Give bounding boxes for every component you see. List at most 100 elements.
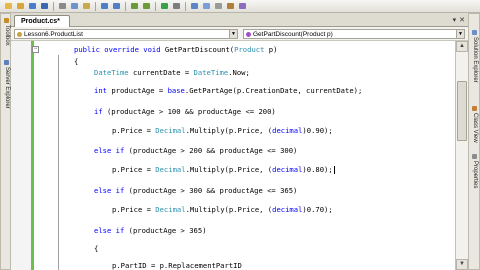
keyword-token: void (143, 45, 165, 54)
code-token: .GetPartAge(p.CreationDate, currentDate)… (184, 86, 363, 95)
class-view-icon (472, 106, 478, 111)
open-icon[interactable] (15, 1, 26, 11)
redo-icon[interactable] (111, 1, 122, 11)
close-icon[interactable]: ✕ (459, 16, 465, 24)
code-token: GetPartDiscount( (164, 45, 235, 54)
type-token: Decimal (155, 126, 186, 135)
solution-explorer-icon[interactable] (201, 1, 212, 11)
undo-icon[interactable] (99, 1, 110, 11)
keyword-token: override (104, 45, 144, 54)
active-files-dropdown-icon[interactable]: ▾ (453, 16, 457, 24)
chevron-down-icon: ▼ (456, 30, 464, 38)
code-token: p.Price = (112, 165, 156, 174)
code-editor[interactable]: public override void GetPartDiscount(Pro… (11, 41, 455, 270)
paste-icon[interactable] (81, 1, 92, 11)
code-token: currentDate = (128, 68, 194, 77)
toolbar-separator (155, 1, 156, 11)
copy-icon[interactable] (69, 1, 80, 11)
code-line: DateTime currentDate = DateTime.Now; (34, 68, 455, 78)
members-dropdown-value: GetPartDiscount(Product p) (253, 30, 333, 38)
navigate-forward-icon[interactable] (141, 1, 152, 11)
document-tab-strip: Product.cs* ▾ ✕ (11, 13, 468, 28)
server-explorer-icon (4, 60, 10, 65)
navigation-bar: Lesson6.ProductList ▼ GetPartDiscount(Pr… (11, 27, 468, 41)
new-project-icon[interactable] (3, 1, 14, 11)
scroll-up-icon[interactable]: ▲ (456, 41, 468, 52)
find-icon[interactable] (189, 1, 200, 11)
class-view-dock-tab[interactable]: Class View (472, 106, 478, 143)
code-line: if (productAge > 100 && productAge <= 20… (34, 107, 455, 117)
code-token: p.Price = (112, 205, 156, 214)
class-icon (17, 31, 22, 37)
types-dropdown-value: Lesson6.ProductList (24, 30, 83, 38)
object-browser-icon[interactable] (237, 1, 248, 11)
properties-label: Properties (472, 161, 478, 189)
properties-dock-tab[interactable]: Properties (472, 154, 478, 188)
code-line: p.Price = Decimal.Multiply(p.Price, (dec… (34, 126, 455, 136)
navigate-back-icon[interactable] (129, 1, 140, 11)
type-token: Decimal (155, 205, 186, 214)
type-token: Decimal (155, 165, 186, 174)
keyword-token: base (167, 86, 185, 95)
code-token: { (94, 244, 99, 253)
collapse-toggle-icon[interactable]: − (32, 46, 39, 53)
toolbar-separator (95, 1, 96, 11)
editor-gutter (11, 41, 31, 270)
save-icon[interactable] (27, 1, 38, 11)
code-token: productAge = (111, 86, 168, 95)
toolbox-icon[interactable] (225, 1, 236, 11)
code-line: int productAge = base.GetPartAge(p.Creat… (34, 86, 455, 96)
code-token: (productAge > 300 && productAge <= 365) (128, 186, 298, 195)
keyword-token: decimal (272, 126, 303, 135)
right-dock-strip: Solution Explorer Class View Properties (468, 13, 480, 270)
keyword-token: if (115, 226, 129, 235)
keyword-token: if (115, 186, 129, 195)
keyword-token: public (74, 45, 105, 54)
code-line: { (34, 57, 455, 67)
solution-explorer-icon (472, 30, 478, 35)
server-explorer-dock-tab[interactable]: Server Explorer (4, 60, 10, 109)
keyword-token: if (94, 107, 107, 116)
code-token: .Multiply(p.Price, ( (185, 205, 273, 214)
types-dropdown[interactable]: Lesson6.ProductList ▼ (14, 29, 238, 39)
keyword-token: else (94, 226, 116, 235)
toolbar-separator (185, 1, 186, 11)
code-line: p.PartID = p.ReplacementPartID (34, 261, 455, 270)
cut-icon[interactable] (57, 1, 68, 11)
vertical-scrollbar[interactable]: ▲ ▼ (455, 41, 468, 270)
start-debug-icon[interactable] (159, 1, 170, 11)
code-line: else if (productAge > 365) (34, 226, 455, 236)
code-area[interactable]: public override void GetPartDiscount(Pro… (32, 41, 455, 270)
tab-controls: ▾ ✕ (453, 16, 465, 24)
code-token: )0.80); (302, 165, 333, 174)
solution-explorer-dock-tab[interactable]: Solution Explorer (472, 30, 478, 83)
chevron-down-icon: ▼ (229, 30, 237, 38)
keyword-token: else (94, 186, 116, 195)
keyword-token: decimal (272, 165, 303, 174)
keyword-token: if (115, 146, 129, 155)
server-explorer-label: Server Explorer (4, 67, 10, 109)
code-line: else if (productAge > 200 && productAge … (34, 146, 455, 156)
method-icon (246, 31, 251, 37)
toolbox-label: Toolbox (4, 25, 10, 46)
members-dropdown[interactable]: GetPartDiscount(Product p) ▼ (243, 29, 465, 39)
code-token: .Multiply(p.Price, ( (185, 165, 273, 174)
toolbar-separator (53, 1, 54, 11)
keyword-token: int (94, 86, 112, 95)
code-token: p) (264, 45, 278, 54)
code-line: { (34, 244, 455, 254)
class-view-label: Class View (472, 113, 478, 143)
solution-config-icon[interactable] (171, 1, 182, 11)
type-token: DateTime (94, 68, 129, 77)
toolbox-dock-tab[interactable]: Toolbox (4, 18, 10, 46)
scroll-thumb[interactable] (457, 81, 467, 141)
properties-icon (472, 154, 478, 159)
standard-toolbar (0, 0, 480, 13)
code-line: public override void GetPartDiscount(Pro… (34, 45, 455, 55)
scroll-down-icon[interactable]: ▼ (456, 259, 468, 270)
code-token: p.Price = (112, 126, 156, 135)
code-token: (productAge > 100 && productAge <= 200) (106, 107, 276, 116)
left-dock-strip: Toolbox Server Explorer (0, 13, 11, 270)
properties-icon[interactable] (213, 1, 224, 11)
save-all-icon[interactable] (39, 1, 50, 11)
